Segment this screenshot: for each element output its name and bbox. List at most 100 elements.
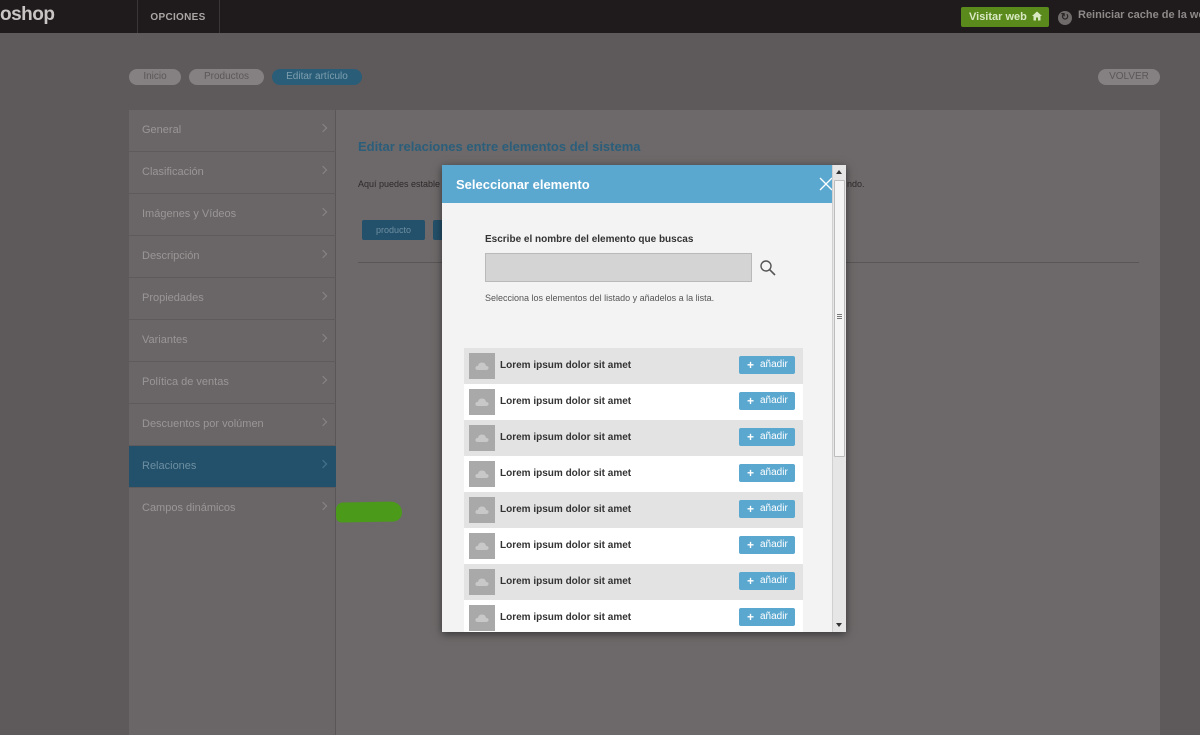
topnav-options[interactable]: OPCIONES <box>137 0 219 33</box>
sidebar: General Clasificación Imágenes y Vídeos … <box>129 110 336 735</box>
plus-icon: + <box>747 610 755 624</box>
list-item: Lorem ipsum dolor sit amet + añadir <box>464 528 803 564</box>
image-placeholder-icon <box>469 353 495 379</box>
sidebar-item-label: Descuentos por volúmen <box>142 418 264 430</box>
plus-icon: + <box>747 394 755 408</box>
back-button[interactable]: VOLVER <box>1098 69 1160 85</box>
add-button[interactable]: + añadir <box>739 428 795 446</box>
item-label: Lorem ipsum dolor sit amet <box>500 360 632 371</box>
element-list: Lorem ipsum dolor sit amet + añadir Lorem… <box>464 348 803 632</box>
add-label: añadir <box>760 467 788 478</box>
search-label: Escribe el nombre del elemento que busca… <box>485 234 694 245</box>
sidebar-item-variantes[interactable]: Variantes <box>129 320 336 362</box>
image-placeholder-icon <box>469 497 495 523</box>
chevron-right-icon <box>318 459 328 469</box>
plus-icon: + <box>747 430 755 444</box>
sidebar-item-politica-ventas[interactable]: Política de ventas <box>129 362 336 404</box>
modal-scrollbar[interactable] <box>832 165 846 632</box>
image-placeholder-icon <box>469 569 495 595</box>
modal-title: Seleccionar elemento <box>456 177 590 192</box>
page-title: Editar relaciones entre elementos del si… <box>358 139 641 154</box>
plus-icon: + <box>747 358 755 372</box>
list-item: Lorem ipsum dolor sit amet + añadir <box>464 492 803 528</box>
chevron-right-icon <box>318 333 328 343</box>
image-placeholder-icon <box>469 605 495 631</box>
item-label: Lorem ipsum dolor sit amet <box>500 432 632 443</box>
sidebar-item-general[interactable]: General <box>129 110 336 152</box>
chevron-right-icon <box>318 291 328 301</box>
app-logo[interactable]: oshop <box>0 4 55 26</box>
reset-cache-link[interactable]: ↻ Reiniciar cache de la web <box>1058 9 1200 25</box>
list-item: Lorem ipsum dolor sit amet + añadir <box>464 600 803 632</box>
search-icon[interactable] <box>759 259 777 277</box>
add-button[interactable]: + añadir <box>739 536 795 554</box>
refresh-icon: ↻ <box>1058 11 1072 25</box>
sidebar-item-label: Imágenes y Vídeos <box>142 208 237 220</box>
grip-icon <box>837 314 842 319</box>
modal-header: Seleccionar elemento <box>442 165 832 203</box>
add-label: añadir <box>760 539 788 550</box>
highlight-mark <box>335 501 403 523</box>
page-description: Aquí puedes estable <box>358 179 441 189</box>
breadcrumb-editar-articulo[interactable]: Editar artículo <box>272 69 362 85</box>
page-description-end: ndo. <box>847 179 865 189</box>
tab-producto[interactable]: producto <box>362 220 425 240</box>
item-label: Lorem ipsum dolor sit amet <box>500 576 632 587</box>
image-placeholder-icon <box>469 425 495 451</box>
topnav-divider <box>219 0 220 33</box>
sidebar-item-campos-dinamicos[interactable]: Campos dinámicos <box>129 488 336 530</box>
list-item: Lorem ipsum dolor sit amet + añadir <box>464 384 803 420</box>
add-button[interactable]: + añadir <box>739 464 795 482</box>
sidebar-item-label: Propiedades <box>142 292 204 304</box>
chevron-right-icon <box>318 375 328 385</box>
plus-icon: + <box>747 466 755 480</box>
sidebar-item-label: Clasificación <box>142 166 204 178</box>
image-placeholder-icon <box>469 461 495 487</box>
add-label: añadir <box>760 503 788 514</box>
sidebar-item-label: Descripción <box>142 250 200 262</box>
sidebar-item-propiedades[interactable]: Propiedades <box>129 278 336 320</box>
sidebar-item-clasificacion[interactable]: Clasificación <box>129 152 336 194</box>
item-label: Lorem ipsum dolor sit amet <box>500 468 632 479</box>
add-label: añadir <box>760 395 788 406</box>
plus-icon: + <box>747 502 755 516</box>
list-item: Lorem ipsum dolor sit amet + añadir <box>464 420 803 456</box>
visit-web-button[interactable]: Visitar web <box>961 7 1049 27</box>
sidebar-item-imagenes-videos[interactable]: Imágenes y Vídeos <box>129 194 336 236</box>
search-input[interactable] <box>485 253 752 282</box>
scroll-up-icon[interactable] <box>836 170 842 174</box>
visit-web-label: Visitar web <box>969 11 1027 23</box>
chevron-right-icon <box>318 123 328 133</box>
sidebar-item-descripcion[interactable]: Descripción <box>129 236 336 278</box>
add-button[interactable]: + añadir <box>739 392 795 410</box>
add-button[interactable]: + añadir <box>739 356 795 374</box>
chevron-right-icon <box>318 165 328 175</box>
breadcrumb-productos[interactable]: Productos <box>189 69 264 85</box>
sidebar-item-descuentos-volumen[interactable]: Descuentos por volúmen <box>129 404 336 446</box>
item-label: Lorem ipsum dolor sit amet <box>500 540 632 551</box>
list-item: Lorem ipsum dolor sit amet + añadir <box>464 564 803 600</box>
top-bar: oshop OPCIONES Visitar web ↻ Reiniciar ca… <box>0 0 1200 33</box>
image-placeholder-icon <box>469 389 495 415</box>
add-button[interactable]: + añadir <box>739 572 795 590</box>
add-button[interactable]: + añadir <box>739 608 795 626</box>
scroll-down-icon[interactable] <box>836 623 842 627</box>
sidebar-item-label: Campos dinámicos <box>142 502 236 514</box>
plus-icon: + <box>747 574 755 588</box>
item-label: Lorem ipsum dolor sit amet <box>500 396 632 407</box>
list-item: Lorem ipsum dolor sit amet + añadir <box>464 348 803 384</box>
sidebar-item-label: Variantes <box>142 334 188 346</box>
plus-icon: + <box>747 538 755 552</box>
add-label: añadir <box>760 575 788 586</box>
image-placeholder-icon <box>469 533 495 559</box>
select-element-modal: Seleccionar elemento Escribe el nombre d… <box>442 165 846 632</box>
breadcrumb-inicio[interactable]: Inicio <box>129 69 181 85</box>
sidebar-item-relaciones[interactable]: Relaciones <box>129 446 336 488</box>
reset-cache-label: Reiniciar cache de la web <box>1078 9 1200 21</box>
sidebar-item-label: General <box>142 124 182 136</box>
chevron-right-icon <box>318 417 328 427</box>
scroll-thumb[interactable] <box>834 180 845 457</box>
add-label: añadir <box>760 611 788 622</box>
add-label: añadir <box>760 359 788 370</box>
add-button[interactable]: + añadir <box>739 500 795 518</box>
